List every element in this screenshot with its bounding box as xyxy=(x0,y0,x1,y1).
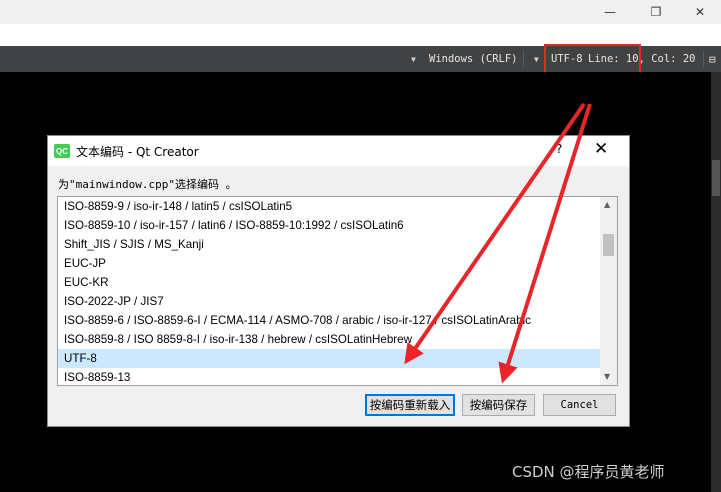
encoding-list-item[interactable]: ISO-8859-8 / ISO 8859-8-I / iso-ir-138 /… xyxy=(58,330,600,349)
minimize-button[interactable]: — xyxy=(588,0,632,24)
status-separator xyxy=(703,51,704,67)
encoding-list-item[interactable]: Shift_JIS / SJIS / MS_Kanji xyxy=(58,235,600,254)
watermark: CSDN @程序员黄老师 xyxy=(512,463,665,481)
qt-creator-logo-icon: QC xyxy=(54,144,70,158)
split-icon[interactable]: ⊟ xyxy=(709,46,716,72)
dialog-title: 文本编码 - Qt Creator xyxy=(76,145,199,159)
toolbar-area xyxy=(0,24,721,46)
encoding-list-item[interactable]: ISO-8859-10 / iso-ir-157 / latin6 / ISO-… xyxy=(58,216,600,235)
scroll-up-icon[interactable]: ▲ xyxy=(604,200,610,209)
encoding-list-item[interactable]: ISO-2022-JP / JIS7 xyxy=(58,292,600,311)
status-separator xyxy=(523,51,524,67)
window-title-bar: — ❐ ✕ xyxy=(0,0,721,24)
help-button[interactable]: ? xyxy=(556,142,562,156)
encoding-list-item[interactable]: ISO-8859-9 / iso-ir-148 / latin5 / csISO… xyxy=(58,197,600,216)
line-ending-selector[interactable]: Windows (CRLF) xyxy=(429,46,518,72)
dialog-title-bar: QC 文本编码 - Qt Creator ? ✕ xyxy=(48,136,629,166)
encoding-list-item-selected[interactable]: UTF-8 xyxy=(58,349,600,368)
maximize-button[interactable]: ❐ xyxy=(634,0,678,24)
close-window-button[interactable]: ✕ xyxy=(678,0,721,24)
cancel-button[interactable]: Cancel xyxy=(543,394,616,416)
scroll-down-icon[interactable]: ▼ xyxy=(604,372,610,381)
encoding-list-scrollbar[interactable]: ▲ ▼ xyxy=(600,197,617,385)
dialog-close-button[interactable]: ✕ xyxy=(594,139,608,159)
editor-scrollbar[interactable] xyxy=(711,72,721,492)
text-encoding-dialog: QC 文本编码 - Qt Creator ? ✕ 为"mainwindow.cp… xyxy=(47,135,630,427)
line-ending-dropdown-icon[interactable]: ▼ xyxy=(411,46,416,72)
dialog-prompt: 为"mainwindow.cpp"选择编码 。 xyxy=(58,178,237,191)
reload-with-encoding-button[interactable]: 按编码重新载入 xyxy=(365,394,455,416)
encoding-list-item[interactable]: EUC-JP xyxy=(58,254,600,273)
encoding-list-item[interactable]: EUC-KR xyxy=(58,273,600,292)
save-with-encoding-button[interactable]: 按编码保存 xyxy=(462,394,535,416)
encoding-list[interactable]: ISO-8859-9 / iso-ir-148 / latin5 / csISO… xyxy=(57,196,618,386)
encoding-list-item[interactable]: ISO-8859-13 xyxy=(58,368,600,385)
encoding-list-scrollbar-thumb[interactable] xyxy=(603,234,614,256)
editor-scrollbar-thumb[interactable] xyxy=(712,160,720,196)
encoding-list-item[interactable]: ISO-8859-6 / ISO-8859-6-I / ECMA-114 / A… xyxy=(58,311,600,330)
encoding-dropdown-icon[interactable]: ▼ xyxy=(534,46,539,72)
